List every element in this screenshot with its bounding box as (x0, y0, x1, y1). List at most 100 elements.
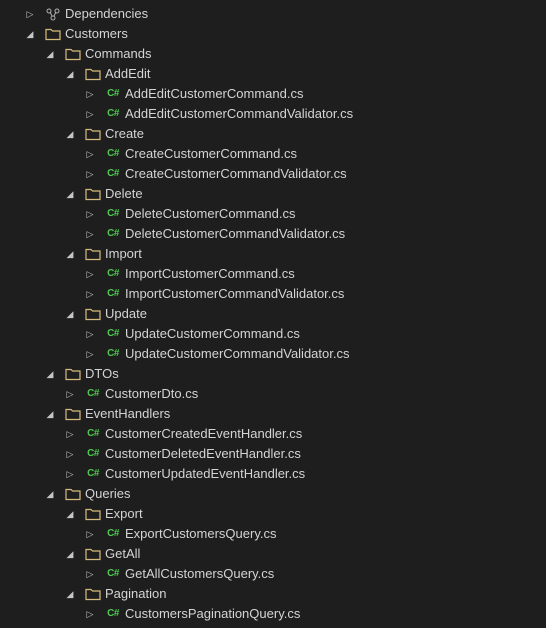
csharp-file-icon: C# (84, 424, 102, 444)
chevron-down-icon[interactable]: ◢ (64, 244, 76, 264)
chevron-right-icon[interactable]: ▷ (64, 384, 76, 404)
csharp-file-icon: C# (104, 144, 122, 164)
tree-item-label: CreateCustomerCommandValidator.cs (125, 164, 347, 184)
tree-item-label: ImportCustomerCommand.cs (125, 264, 295, 284)
tree-item-label: DTOs (85, 364, 119, 384)
tree-item[interactable]: ▷ C#CustomersPaginationQuery.cs (0, 604, 546, 624)
tree-item-label: AddEditCustomerCommand.cs (125, 84, 303, 104)
chevron-right-icon[interactable]: ▷ (84, 564, 96, 584)
tree-item-label: CustomersPaginationQuery.cs (125, 604, 300, 624)
folder-icon (64, 367, 82, 381)
tree-item[interactable]: ▷C#ImportCustomerCommandValidator.cs (0, 284, 546, 304)
tree-item[interactable]: ▷C#UpdateCustomerCommandValidator.cs (0, 344, 546, 364)
chevron-down-icon[interactable]: ◢ (44, 484, 56, 504)
chevron-right-icon[interactable]: ▷ (64, 444, 76, 464)
tree-item[interactable]: ◢Pagination (0, 584, 546, 604)
chevron-right-icon[interactable]: ▷ (84, 344, 96, 364)
chevron-down-icon[interactable]: ◢ (44, 44, 56, 64)
csharp-file-icon: C# (104, 84, 122, 104)
csharp-file-icon: C# (84, 444, 102, 464)
tree-item-label: Dependencies (65, 4, 148, 24)
tree-item-label: DeleteCustomerCommandValidator.cs (125, 224, 345, 244)
tree-item[interactable]: ▷C#DeleteCustomerCommand.cs (0, 204, 546, 224)
chevron-right-icon[interactable]: ▷ (84, 284, 96, 304)
chevron-down-icon[interactable]: ◢ (64, 584, 76, 604)
chevron-down-icon[interactable]: ◢ (44, 404, 56, 424)
chevron-down-icon[interactable]: ◢ (24, 24, 36, 44)
chevron-right-icon[interactable]: ▷ (64, 464, 76, 484)
chevron-right-icon[interactable]: ▷ (84, 204, 96, 224)
tree-item[interactable]: ▷ C#DeleteCustomerCommandValidator.cs (0, 224, 546, 244)
tree-item-label: DeleteCustomerCommand.cs (125, 204, 296, 224)
chevron-down-icon[interactable]: ◢ (64, 304, 76, 324)
tree-item[interactable]: ◢Queries (0, 484, 546, 504)
chevron-right-icon[interactable]: ▷ (84, 164, 96, 184)
folder-icon (84, 547, 102, 561)
csharp-file-icon: C# (104, 324, 122, 344)
folder-icon (44, 27, 62, 41)
tree-item[interactable]: ▷ C#UpdateCustomerCommand.cs (0, 324, 546, 344)
folder-icon (64, 407, 82, 421)
tree-item[interactable]: ▷ C#GetAllCustomersQuery.cs (0, 564, 546, 584)
tree-item[interactable]: ▷ C#CustomerDto.cs (0, 384, 546, 404)
tree-item[interactable]: ▷ Dependencies (0, 4, 546, 24)
tree-item[interactable]: ◢Commands (0, 44, 546, 64)
folder-icon (84, 67, 102, 81)
chevron-right-icon[interactable]: ▷ (84, 324, 96, 344)
chevron-down-icon[interactable]: ◢ (64, 184, 76, 204)
csharp-file-icon: C# (104, 104, 122, 124)
csharp-file-icon: C# (104, 564, 122, 584)
tree-item-label: UpdateCustomerCommand.cs (125, 324, 300, 344)
chevron-down-icon[interactable]: ◢ (64, 544, 76, 564)
tree-item[interactable]: ▷ C#CustomerCreatedEventHandler.cs (0, 424, 546, 444)
csharp-file-icon: C# (104, 524, 122, 544)
tree-item[interactable]: ▷ C#AddEditCustomerCommandValidator.cs (0, 104, 546, 124)
csharp-file-icon: C# (104, 604, 122, 624)
folder-icon (84, 307, 102, 321)
chevron-right-icon[interactable]: ▷ (84, 604, 96, 624)
csharp-file-icon: C# (104, 224, 122, 244)
chevron-right-icon[interactable]: ▷ (24, 4, 36, 24)
tree-item[interactable]: ◢Delete (0, 184, 546, 204)
tree-item[interactable]: ◢Create (0, 124, 546, 144)
chevron-down-icon[interactable]: ◢ (44, 364, 56, 384)
tree-item-label: ExportCustomersQuery.cs (125, 524, 276, 544)
chevron-down-icon[interactable]: ◢ (64, 504, 76, 524)
chevron-right-icon[interactable]: ▷ (84, 524, 96, 544)
tree-item[interactable]: ◢ DTOs (0, 364, 546, 384)
tree-item-label: CustomerDto.cs (105, 384, 198, 404)
tree-item[interactable]: ▷ C#ImportCustomerCommand.cs (0, 264, 546, 284)
chevron-down-icon[interactable]: ◢ (64, 64, 76, 84)
tree-item[interactable]: ◢ Import (0, 244, 546, 264)
tree-item[interactable]: ◢GetAll (0, 544, 546, 564)
tree-item[interactable]: ◢EventHandlers (0, 404, 546, 424)
tree-item[interactable]: ◢ Update (0, 304, 546, 324)
chevron-right-icon[interactable]: ▷ (84, 84, 96, 104)
chevron-down-icon[interactable]: ◢ (64, 124, 76, 144)
folder-icon (84, 247, 102, 261)
tree-item-label: CreateCustomerCommand.cs (125, 144, 297, 164)
tree-item[interactable]: ◢AddEdit (0, 64, 546, 84)
tree-item[interactable]: ▷ C#CreateCustomerCommand.cs (0, 144, 546, 164)
tree-item-label: UpdateCustomerCommandValidator.cs (125, 344, 349, 364)
tree-item[interactable]: ▷C#CustomerDeletedEventHandler.cs (0, 444, 546, 464)
dependencies-icon (44, 7, 62, 21)
tree-item[interactable]: ▷ C#AddEditCustomerCommand.cs (0, 84, 546, 104)
tree-item[interactable]: ▷ C#ExportCustomersQuery.cs (0, 524, 546, 544)
chevron-right-icon[interactable]: ▷ (64, 424, 76, 444)
chevron-right-icon[interactable]: ▷ (84, 144, 96, 164)
tree-item[interactable]: ▷C#CustomerUpdatedEventHandler.cs (0, 464, 546, 484)
chevron-right-icon[interactable]: ▷ (84, 224, 96, 244)
tree-item[interactable]: ▷C#CreateCustomerCommandValidator.cs (0, 164, 546, 184)
tree-item-label: GetAllCustomersQuery.cs (125, 564, 274, 584)
tree-item[interactable]: ◢Export (0, 504, 546, 524)
tree-item[interactable]: ◢Customers (0, 24, 546, 44)
tree-item-label: Update (105, 304, 147, 324)
chevron-right-icon[interactable]: ▷ (84, 104, 96, 124)
tree-item-label: AddEditCustomerCommandValidator.cs (125, 104, 353, 124)
tree-item-label: Import (105, 244, 142, 264)
csharp-file-icon: C# (104, 264, 122, 284)
csharp-file-icon: C# (84, 384, 102, 404)
chevron-right-icon[interactable]: ▷ (84, 264, 96, 284)
tree-item-label: CustomerCreatedEventHandler.cs (105, 424, 302, 444)
